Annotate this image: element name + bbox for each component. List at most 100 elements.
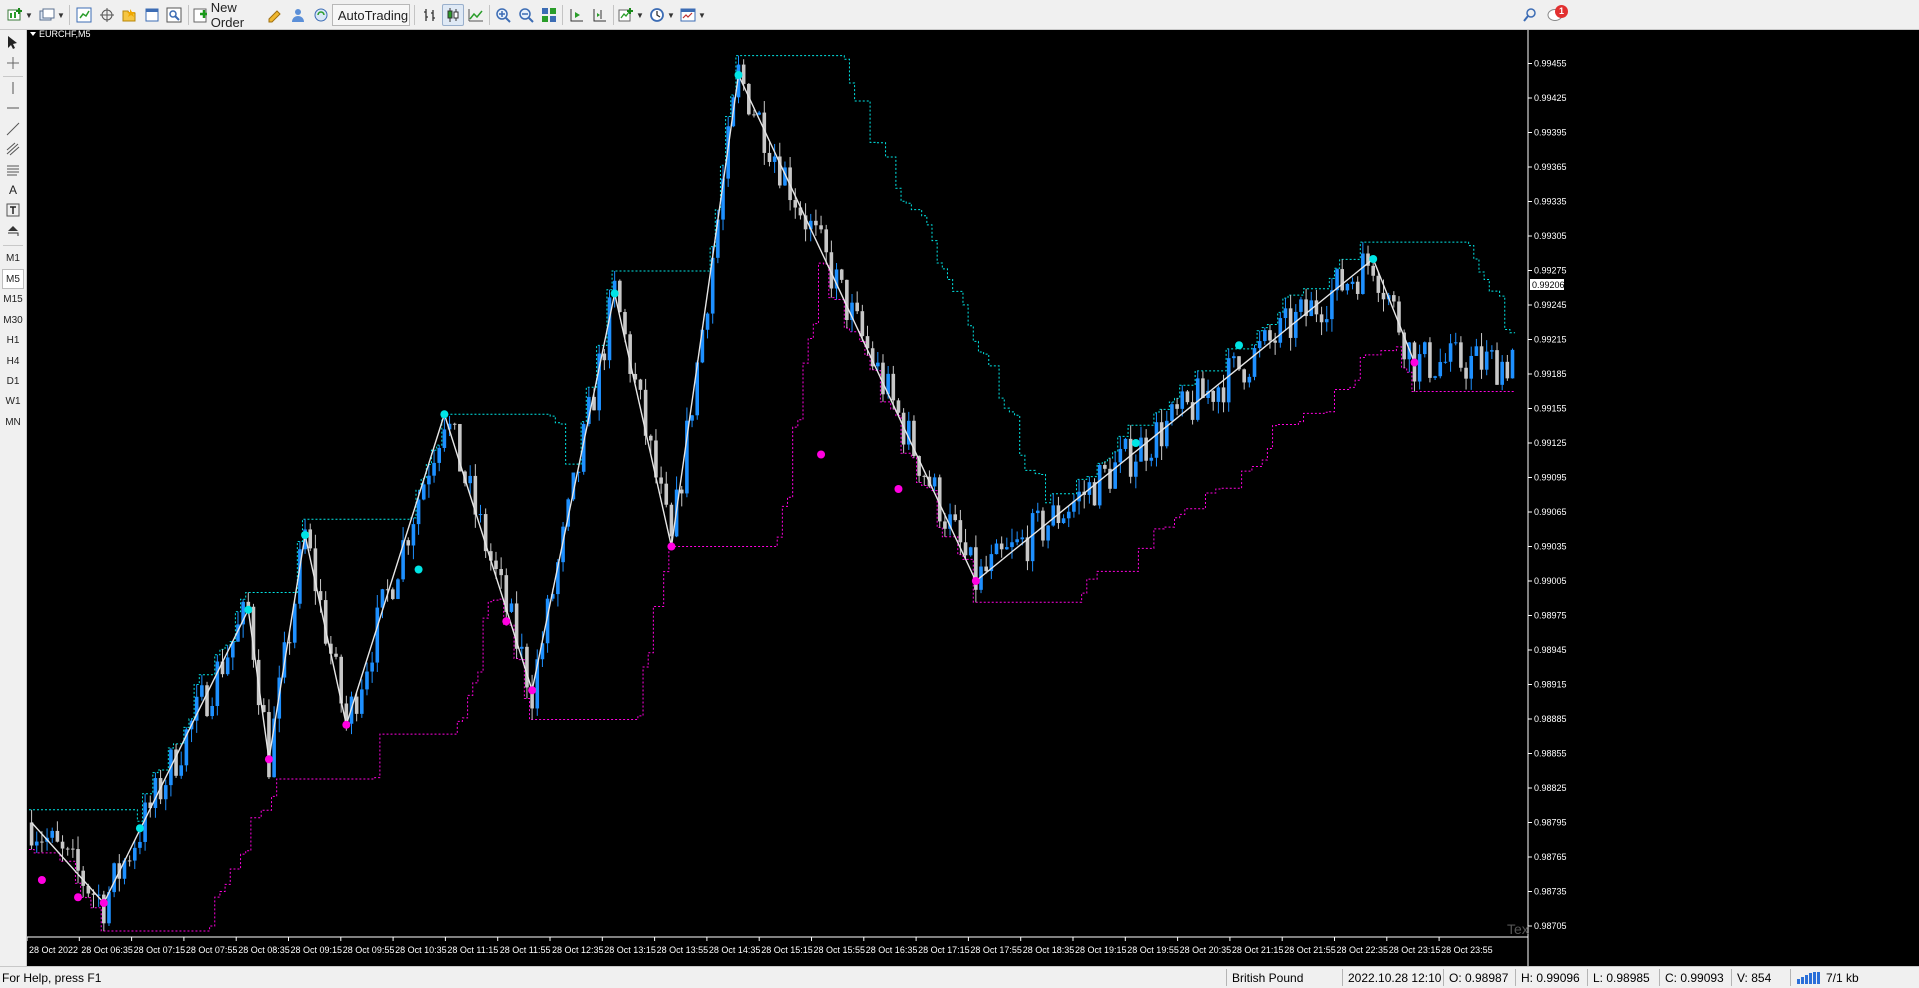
candle-body xyxy=(478,514,483,516)
x-tick-label: 28 Oct 15:55 xyxy=(814,945,866,955)
vertical-line-icon xyxy=(12,82,14,94)
new-chart-button[interactable]: ▼ xyxy=(6,4,34,26)
arrows-icon xyxy=(8,226,19,236)
bar-chart-button[interactable] xyxy=(419,4,441,26)
candle-body xyxy=(421,484,426,500)
lower-channel-line xyxy=(29,262,1516,932)
profile-name: British Pound xyxy=(1232,971,1304,985)
market-watch-button[interactable] xyxy=(73,4,95,26)
candle-body xyxy=(1128,438,1133,477)
candle-body xyxy=(1195,378,1200,420)
candle-body xyxy=(1340,269,1345,291)
horizontal-line-tool[interactable] xyxy=(2,98,24,118)
candle-body xyxy=(354,696,359,714)
timeframe-m1[interactable]: M1 xyxy=(2,248,24,268)
swing-low-dot xyxy=(894,485,903,493)
candle-body xyxy=(638,379,643,390)
candle-body xyxy=(896,400,901,413)
bar-close: C: 0.99093 xyxy=(1665,971,1724,985)
swing-low-dot xyxy=(1410,358,1419,367)
x-tick-label: 28 Oct 21:55 xyxy=(1284,945,1336,955)
text-label-tool[interactable] xyxy=(2,200,24,220)
candle-body xyxy=(664,483,669,505)
search-button[interactable] xyxy=(1519,4,1541,26)
candle-body xyxy=(602,353,607,361)
x-tick-label: 28 Oct 16:35 xyxy=(866,945,918,955)
chart-shift-button[interactable] xyxy=(589,4,611,26)
candle-body xyxy=(679,489,684,494)
trendline-icon xyxy=(6,122,20,136)
timeframe-h4[interactable]: H4 xyxy=(2,351,24,371)
autotrading-button[interactable]: AutoTrading xyxy=(332,4,410,26)
vertical-line-tool[interactable] xyxy=(2,78,24,98)
new-order-button[interactable]: New Order xyxy=(192,0,266,30)
templates-button[interactable]: ▼ xyxy=(679,4,707,26)
line-chart-button[interactable] xyxy=(465,4,487,26)
timeframe-m5[interactable]: M5 xyxy=(2,269,24,289)
profiles-button[interactable]: ▼ xyxy=(38,4,66,26)
clock-icon xyxy=(650,8,664,22)
price-chart[interactable]: 0.99455 0.99425 0.99395 0.99365 0.99335 0.993… xyxy=(26,29,1919,966)
candlestick-chart-button[interactable] xyxy=(442,4,464,26)
candle-body xyxy=(772,156,777,162)
timeframe-h1[interactable]: H1 xyxy=(2,330,24,350)
chart-window[interactable]: 0.99455 0.99425 0.99395 0.99365 0.99335 0.993… xyxy=(26,29,1919,966)
candle-body xyxy=(1319,314,1324,323)
indicators-icon xyxy=(618,8,634,22)
auto-scroll-icon xyxy=(570,9,583,22)
swing-high-dot xyxy=(734,71,743,79)
metaeditor-button[interactable] xyxy=(264,4,286,26)
trendline-tool[interactable] xyxy=(2,119,24,139)
indicators-button[interactable]: ▼ xyxy=(617,4,645,26)
y-tick-label: 0.98735 xyxy=(1534,887,1567,897)
candle-body xyxy=(334,653,338,657)
candle-body xyxy=(390,589,395,599)
x-tick-label: 28 Oct 07:15 xyxy=(134,945,186,955)
candle-body xyxy=(499,569,503,576)
candle-body xyxy=(132,847,137,861)
candle-body xyxy=(1118,448,1123,463)
cursor-tool[interactable] xyxy=(2,32,24,52)
auto-scroll-button[interactable] xyxy=(566,4,588,26)
arrows-tool[interactable] xyxy=(2,221,24,241)
y-tick-label: 0.99425 xyxy=(1534,93,1567,103)
navigator-button[interactable] xyxy=(118,4,140,26)
symbol-header[interactable]: EURCHF,M5 xyxy=(30,29,91,39)
y-tick-label: 0.98945 xyxy=(1534,645,1567,655)
timeframe-m30[interactable]: M30 xyxy=(2,310,24,330)
periodicity-button[interactable]: ▼ xyxy=(648,4,676,26)
candle-body xyxy=(953,514,958,521)
channel-tool[interactable] xyxy=(2,139,24,159)
strategy-tester-button[interactable] xyxy=(163,4,185,26)
timeframe-m15[interactable]: M15 xyxy=(2,289,24,309)
timeframe-d1[interactable]: D1 xyxy=(2,371,24,391)
timeframe-w1[interactable]: W1 xyxy=(2,391,24,411)
y-tick-label: 0.98795 xyxy=(1534,818,1567,828)
candle-body xyxy=(1170,404,1174,421)
candle-body xyxy=(1355,281,1360,294)
y-tick-label: 0.99335 xyxy=(1534,197,1567,207)
crosshair-tool[interactable] xyxy=(2,53,24,73)
candle-body xyxy=(705,313,710,330)
candle-body xyxy=(767,152,772,162)
zoom-out-button[interactable] xyxy=(515,4,537,26)
candle-body xyxy=(1376,275,1381,293)
timeframe-mn[interactable]: MN xyxy=(2,412,24,432)
bar-chart-icon xyxy=(424,9,435,21)
candle-body xyxy=(215,661,220,706)
y-tick-label: 0.99305 xyxy=(1534,231,1567,241)
candle-body xyxy=(1464,367,1468,379)
notifications-button[interactable]: 1 xyxy=(1544,4,1568,26)
fibonacci-tool[interactable] xyxy=(2,160,24,180)
tile-windows-button[interactable] xyxy=(538,4,560,26)
text-tool[interactable]: A xyxy=(2,180,24,200)
horizontal-line-icon xyxy=(7,107,19,109)
candle-body xyxy=(669,504,674,537)
data-window-button[interactable] xyxy=(96,4,118,26)
signals-button[interactable] xyxy=(287,4,309,26)
market-button[interactable] xyxy=(310,4,332,26)
terminal-button[interactable] xyxy=(141,4,163,26)
zoom-in-button[interactable] xyxy=(492,4,514,26)
bar-low: L: 0.98985 xyxy=(1593,971,1650,985)
candle-body xyxy=(1010,542,1014,548)
